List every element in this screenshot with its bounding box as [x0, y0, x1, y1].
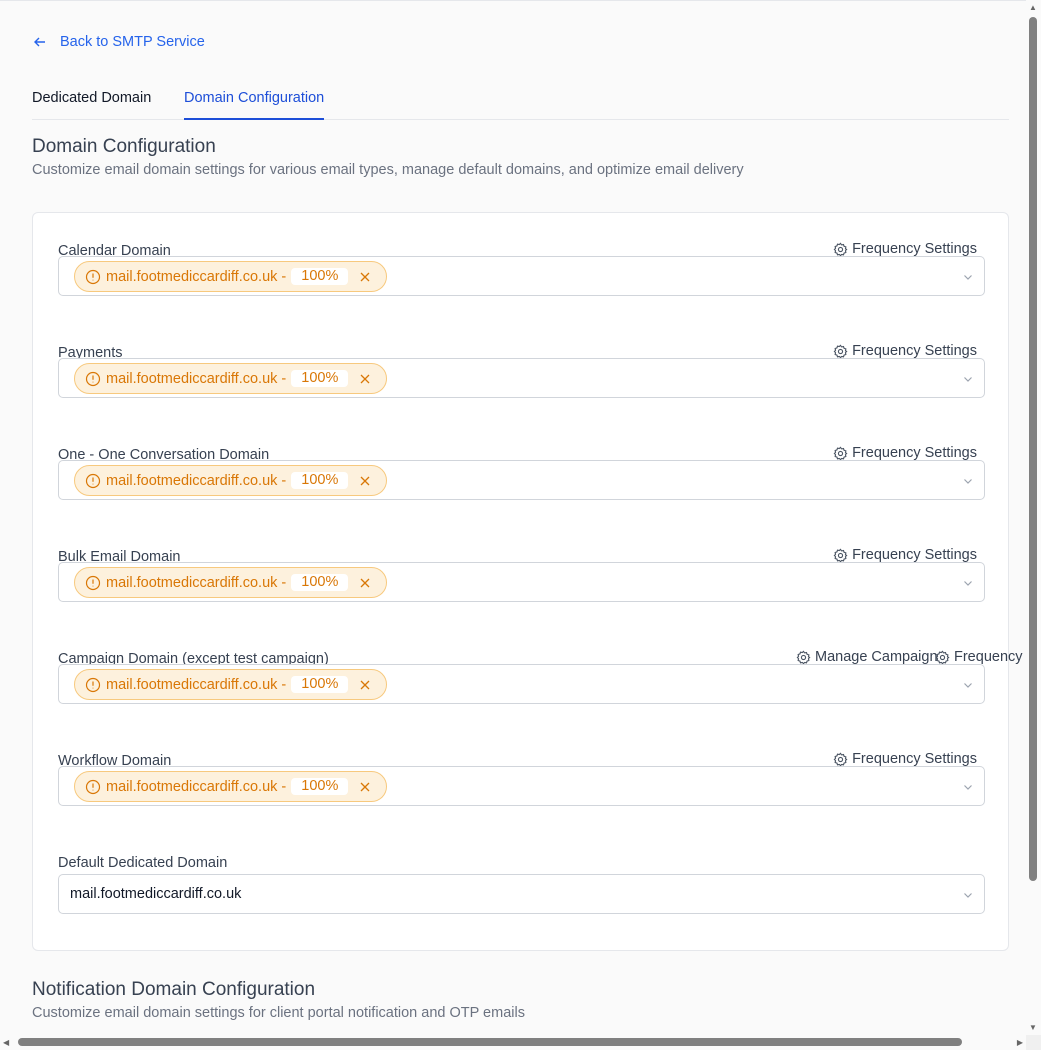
close-icon[interactable]: [359, 373, 371, 385]
frequency-settings-button[interactable]: Frequency Settings: [833, 445, 977, 461]
domain-tag: mail.footmediccardiff.co.uk - 100%: [74, 567, 387, 598]
tag-domain: mail.footmediccardiff.co.uk -: [106, 268, 287, 285]
tab-bar: Dedicated Domain Domain Configuration: [32, 89, 1009, 120]
close-icon[interactable]: [359, 271, 371, 283]
scroll-right-icon[interactable]: ▶: [1017, 1038, 1023, 1047]
vertical-scrollbar[interactable]: ▲ ▼: [1026, 0, 1041, 1035]
frequency-settings-label: Frequency Settings: [852, 343, 977, 359]
domain-tag: mail.footmediccardiff.co.uk - 100%: [74, 363, 387, 394]
manage-campaign-button[interactable]: Manage Campaign: [796, 649, 938, 665]
warning-circle-icon: [85, 269, 101, 284]
frequency-label: Frequency: [954, 649, 1023, 665]
domain-tag: mail.footmediccardiff.co.uk - 100%: [74, 465, 387, 496]
back-to-smtp-link[interactable]: Back to SMTP Service: [32, 34, 205, 50]
close-icon[interactable]: [359, 679, 371, 691]
chevron-down-icon: [964, 479, 972, 484]
domain-tag: mail.footmediccardiff.co.uk - 100%: [74, 771, 387, 802]
scroll-left-icon[interactable]: ◀: [3, 1038, 9, 1047]
tag-domain: mail.footmediccardiff.co.uk -: [106, 778, 287, 795]
chevron-down-icon: [964, 683, 972, 688]
chevron-down-icon: [964, 275, 972, 280]
domain-tag: mail.footmediccardiff.co.uk - 100%: [74, 669, 387, 700]
tag-domain: mail.footmediccardiff.co.uk -: [106, 574, 287, 591]
warning-circle-icon: [85, 371, 101, 386]
manage-campaign-label: Manage Campaign: [815, 649, 938, 665]
chevron-down-icon: [964, 581, 972, 586]
chevron-down-icon: [964, 377, 972, 382]
gear-icon: [796, 650, 811, 664]
domain-select[interactable]: mail.footmediccardiff.co.uk - 100%: [58, 358, 985, 398]
notification-section-title: Notification Domain Configuration: [32, 979, 316, 1000]
warning-circle-icon: [85, 575, 101, 590]
vertical-scroll-thumb[interactable]: [1029, 17, 1037, 881]
top-divider: [0, 0, 1041, 1]
scroll-down-icon[interactable]: ▼: [1029, 1023, 1037, 1032]
tag-percent: 100%: [291, 676, 349, 693]
domain-select[interactable]: mail.footmediccardiff.co.uk - 100%: [58, 460, 985, 500]
selected-value: mail.footmediccardiff.co.uk: [70, 886, 242, 902]
horizontal-scrollbar[interactable]: ◀ ▶: [0, 1035, 1026, 1050]
notification-section-description: Customize email domain settings for clie…: [32, 1005, 525, 1021]
frequency-settings-button[interactable]: Frequency Settings: [833, 343, 977, 359]
gear-icon: [833, 548, 848, 562]
domain-tag: mail.footmediccardiff.co.uk - 100%: [74, 261, 387, 292]
back-link-label: Back to SMTP Service: [60, 34, 205, 50]
domain-select[interactable]: mail.footmediccardiff.co.uk - 100%: [58, 562, 985, 602]
gear-icon: [833, 446, 848, 460]
warning-circle-icon: [85, 677, 101, 692]
tag-domain: mail.footmediccardiff.co.uk -: [106, 472, 287, 489]
default-domain-select[interactable]: mail.footmediccardiff.co.uk: [58, 874, 985, 914]
frequency-button[interactable]: Frequency: [935, 649, 1023, 665]
tag-percent: 100%: [291, 574, 349, 591]
tab-dedicated-domain[interactable]: Dedicated Domain: [32, 89, 151, 120]
warning-circle-icon: [85, 473, 101, 488]
gear-icon: [833, 344, 848, 358]
section-description: Customize email domain settings for vari…: [32, 162, 744, 178]
field-label: Default Dedicated Domain: [58, 855, 228, 871]
tag-percent: 100%: [291, 268, 349, 285]
gear-icon: [935, 650, 950, 664]
frequency-settings-label: Frequency Settings: [852, 547, 977, 563]
frequency-settings-button[interactable]: Frequency Settings: [833, 751, 977, 767]
horizontal-scroll-thumb[interactable]: [18, 1038, 962, 1046]
tag-domain: mail.footmediccardiff.co.uk -: [106, 676, 287, 693]
close-icon[interactable]: [359, 475, 371, 487]
tag-domain: mail.footmediccardiff.co.uk -: [106, 370, 287, 387]
domain-select[interactable]: mail.footmediccardiff.co.uk - 100%: [58, 256, 985, 296]
gear-icon: [833, 242, 848, 256]
domain-select[interactable]: mail.footmediccardiff.co.uk - 100%: [58, 664, 985, 704]
tag-percent: 100%: [291, 370, 349, 387]
tab-domain-configuration[interactable]: Domain Configuration: [184, 89, 325, 120]
frequency-settings-label: Frequency Settings: [852, 445, 977, 461]
scrollbar-corner: [1026, 1035, 1041, 1050]
frequency-settings-label: Frequency Settings: [852, 751, 977, 767]
close-icon[interactable]: [359, 781, 371, 793]
domain-config-card: Calendar Domain Frequency Settings mail.…: [32, 212, 1023, 951]
tag-percent: 100%: [291, 472, 349, 489]
chevron-down-icon: [964, 893, 972, 898]
close-icon[interactable]: [359, 577, 371, 589]
arrow-left-icon: [34, 37, 45, 47]
scroll-up-icon[interactable]: ▲: [1029, 3, 1037, 12]
frequency-settings-label: Frequency Settings: [852, 241, 977, 257]
domain-select[interactable]: mail.footmediccardiff.co.uk - 100%: [58, 766, 985, 806]
frequency-settings-button[interactable]: Frequency Settings: [833, 241, 977, 257]
tag-percent: 100%: [291, 778, 349, 795]
frequency-settings-button[interactable]: Frequency Settings: [833, 547, 977, 563]
section-title: Domain Configuration: [32, 136, 216, 157]
chevron-down-icon: [964, 785, 972, 790]
gear-icon: [833, 752, 848, 766]
warning-circle-icon: [85, 779, 101, 794]
